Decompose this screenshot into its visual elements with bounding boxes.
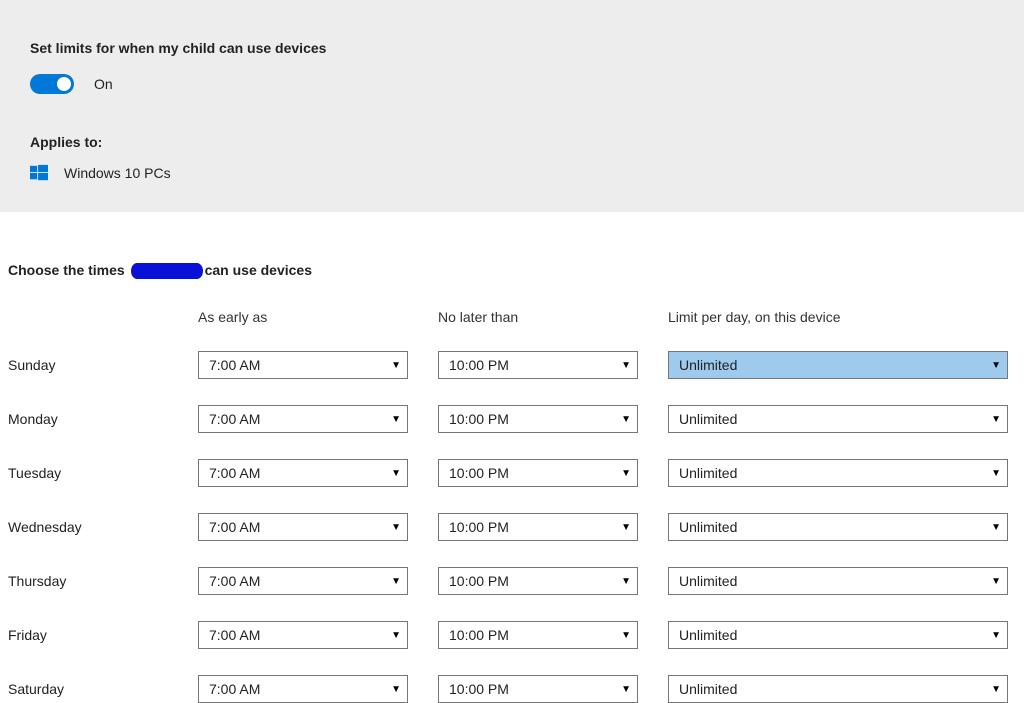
day-label: Friday [8, 627, 198, 643]
select-late[interactable]: 10:00 PM ▼ [438, 567, 638, 595]
toggle-state-label: On [94, 76, 113, 92]
select-value: 10:00 PM [449, 681, 509, 697]
select-late[interactable]: 10:00 PM ▼ [438, 513, 638, 541]
select-value: Unlimited [679, 411, 737, 427]
redacted-name [131, 263, 203, 279]
select-early[interactable]: 7:00 AM ▼ [198, 675, 408, 703]
col-header-limit: Limit per day, on this device [668, 309, 1008, 325]
select-value: 10:00 PM [449, 357, 509, 373]
chevron-down-icon: ▼ [991, 522, 1001, 533]
select-value: 7:00 AM [209, 357, 260, 373]
chevron-down-icon: ▼ [621, 522, 631, 533]
select-value: 10:00 PM [449, 573, 509, 589]
schedule-grid: As early as No later than Limit per day,… [8, 309, 1024, 703]
select-late[interactable]: 10:00 PM ▼ [438, 621, 638, 649]
select-value: 10:00 PM [449, 627, 509, 643]
choose-times-suffix: can use devices [205, 262, 312, 278]
applies-to-title: Applies to: [30, 134, 994, 150]
select-late[interactable]: 10:00 PM ▼ [438, 459, 638, 487]
chevron-down-icon: ▼ [621, 468, 631, 479]
select-limit[interactable]: Unlimited ▼ [668, 621, 1008, 649]
select-value: 7:00 AM [209, 411, 260, 427]
windows-icon [30, 164, 48, 182]
day-label: Tuesday [8, 465, 198, 481]
select-value: Unlimited [679, 627, 737, 643]
select-value: 10:00 PM [449, 411, 509, 427]
select-early[interactable]: 7:00 AM ▼ [198, 351, 408, 379]
col-header-late: No later than [438, 309, 638, 325]
choose-times-title: Choose the times can use devices [8, 262, 1024, 279]
select-early[interactable]: 7:00 AM ▼ [198, 513, 408, 541]
select-limit[interactable]: Unlimited ▼ [668, 459, 1008, 487]
col-header-early: As early as [198, 309, 408, 325]
select-early[interactable]: 7:00 AM ▼ [198, 459, 408, 487]
set-limits-title: Set limits for when my child can use dev… [30, 40, 994, 56]
applies-to-row: Windows 10 PCs [30, 164, 994, 182]
toggle-row: On [30, 74, 994, 94]
select-limit[interactable]: Unlimited ▼ [668, 405, 1008, 433]
select-value: 7:00 AM [209, 681, 260, 697]
select-limit[interactable]: Unlimited ▼ [668, 675, 1008, 703]
chevron-down-icon: ▼ [391, 360, 401, 371]
select-limit[interactable]: Unlimited ▼ [668, 567, 1008, 595]
day-label: Thursday [8, 573, 198, 589]
select-value: Unlimited [679, 357, 737, 373]
chevron-down-icon: ▼ [391, 414, 401, 425]
day-label: Monday [8, 411, 198, 427]
chevron-down-icon: ▼ [991, 414, 1001, 425]
select-early[interactable]: 7:00 AM ▼ [198, 621, 408, 649]
chevron-down-icon: ▼ [991, 684, 1001, 695]
select-value: 7:00 AM [209, 573, 260, 589]
toggle-knob [57, 77, 71, 91]
chevron-down-icon: ▼ [621, 576, 631, 587]
device-limits-toggle[interactable] [30, 74, 74, 94]
chevron-down-icon: ▼ [391, 576, 401, 587]
select-late[interactable]: 10:00 PM ▼ [438, 351, 638, 379]
select-limit[interactable]: Unlimited ▼ [668, 351, 1008, 379]
schedule-section: Choose the times can use devices As earl… [0, 212, 1024, 703]
select-value: Unlimited [679, 681, 737, 697]
select-value: 7:00 AM [209, 465, 260, 481]
applies-to-device: Windows 10 PCs [64, 165, 171, 181]
day-label: Wednesday [8, 519, 198, 535]
chevron-down-icon: ▼ [621, 684, 631, 695]
select-early[interactable]: 7:00 AM ▼ [198, 567, 408, 595]
chevron-down-icon: ▼ [391, 522, 401, 533]
select-value: 7:00 AM [209, 519, 260, 535]
chevron-down-icon: ▼ [621, 630, 631, 641]
select-late[interactable]: 10:00 PM ▼ [438, 405, 638, 433]
select-value: Unlimited [679, 465, 737, 481]
chevron-down-icon: ▼ [991, 468, 1001, 479]
chevron-down-icon: ▼ [621, 414, 631, 425]
day-label: Saturday [8, 681, 198, 697]
settings-panel: Set limits for when my child can use dev… [0, 0, 1024, 212]
chevron-down-icon: ▼ [991, 576, 1001, 587]
day-label: Sunday [8, 357, 198, 373]
chevron-down-icon: ▼ [391, 684, 401, 695]
chevron-down-icon: ▼ [991, 360, 1001, 371]
select-late[interactable]: 10:00 PM ▼ [438, 675, 638, 703]
select-early[interactable]: 7:00 AM ▼ [198, 405, 408, 433]
chevron-down-icon: ▼ [621, 360, 631, 371]
select-value: 10:00 PM [449, 465, 509, 481]
chevron-down-icon: ▼ [391, 468, 401, 479]
select-value: 10:00 PM [449, 519, 509, 535]
choose-times-prefix: Choose the times [8, 262, 125, 278]
select-value: Unlimited [679, 519, 737, 535]
chevron-down-icon: ▼ [391, 630, 401, 641]
select-value: Unlimited [679, 573, 737, 589]
chevron-down-icon: ▼ [991, 630, 1001, 641]
select-limit[interactable]: Unlimited ▼ [668, 513, 1008, 541]
select-value: 7:00 AM [209, 627, 260, 643]
